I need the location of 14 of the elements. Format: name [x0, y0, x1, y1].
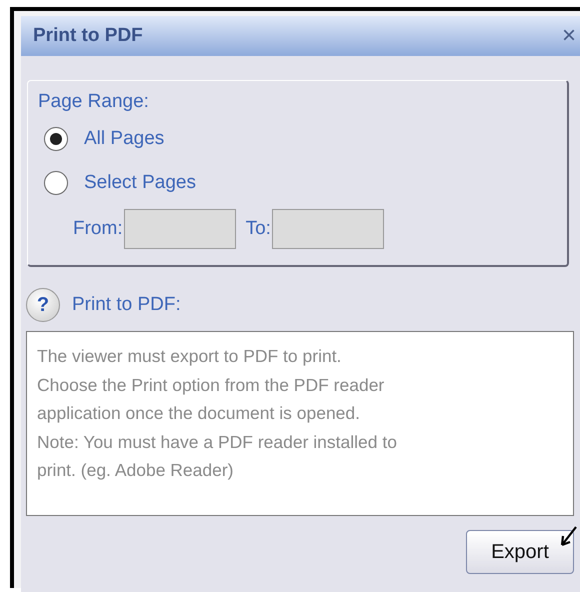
close-button[interactable]: × [562, 24, 576, 48]
help-title: Print to PDF: [72, 294, 181, 316]
info-text: The viewer must export to PDF to print. Choose the Print option from the PDF reader application once the document is opened. Note: You must have a PDF reader installed to print. (eg. Adobe Reader) [26, 331, 574, 516]
export-button[interactable]: Export [466, 530, 574, 574]
radio-button[interactable] [44, 127, 68, 151]
section-label: Page Range: [38, 91, 150, 113]
radio-button[interactable] [44, 171, 68, 195]
radio-label[interactable]: All Pages [84, 128, 164, 150]
from-label: From: [73, 218, 123, 240]
pointer-arrow-icon [559, 526, 577, 548]
radio-label[interactable]: Select Pages [84, 172, 196, 194]
to-label: To: [246, 218, 271, 240]
help-icon[interactable]: ? [26, 288, 60, 322]
window-title: Print to PDF [33, 25, 143, 47]
